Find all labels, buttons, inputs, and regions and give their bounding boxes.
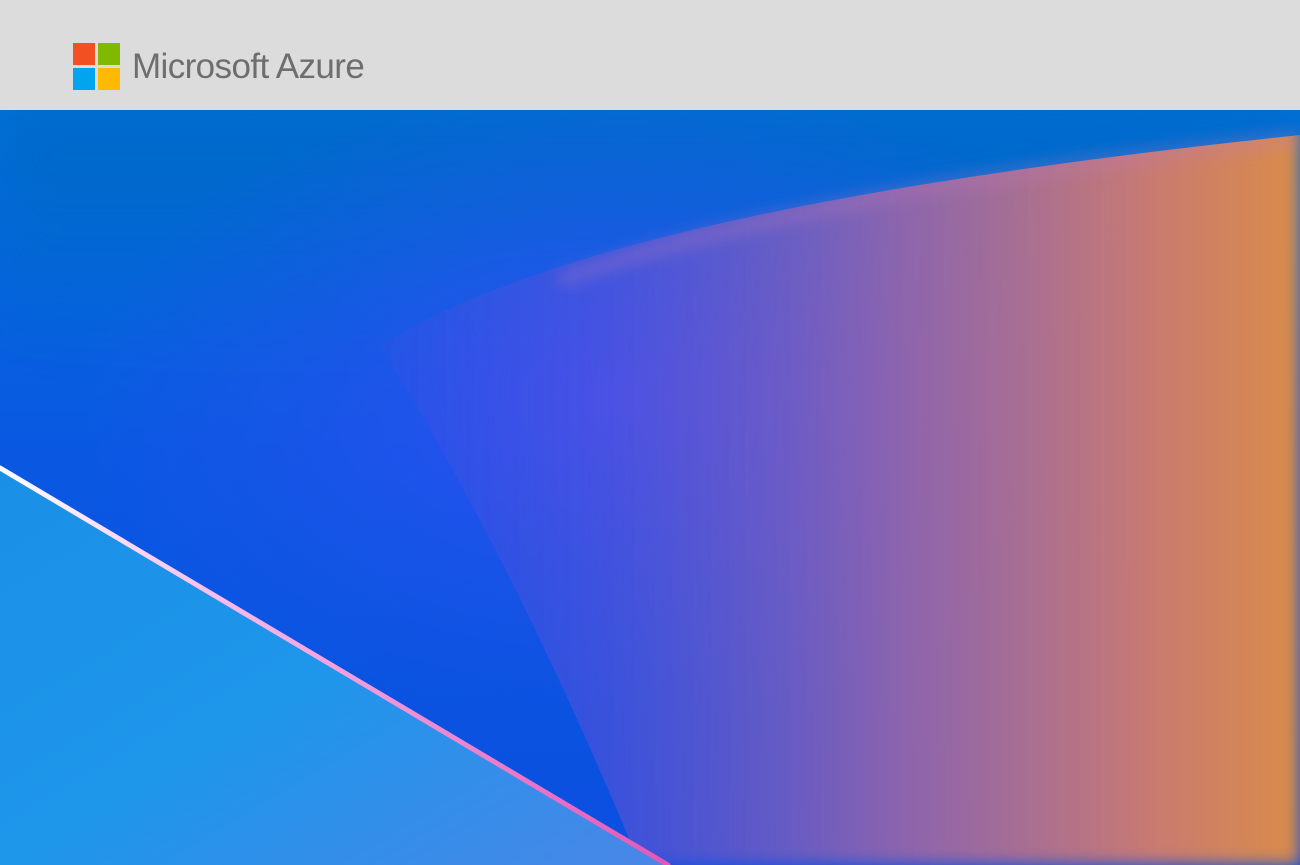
logo-yellow-square xyxy=(98,68,120,90)
header-bar: Microsoft Azure xyxy=(0,0,1300,110)
brand-name: Microsoft Azure xyxy=(132,47,365,86)
logo-green-square xyxy=(98,43,120,65)
sign-in-page: Microsoft Azure xyxy=(0,0,1300,865)
microsoft-logo-icon xyxy=(73,43,120,90)
microsoft-azure-brand: Microsoft Azure xyxy=(73,43,365,90)
logo-red-square xyxy=(73,43,95,65)
hero-gradient-art xyxy=(0,110,1300,865)
logo-blue-square xyxy=(73,68,95,90)
hero-background-illustration xyxy=(0,110,1300,865)
